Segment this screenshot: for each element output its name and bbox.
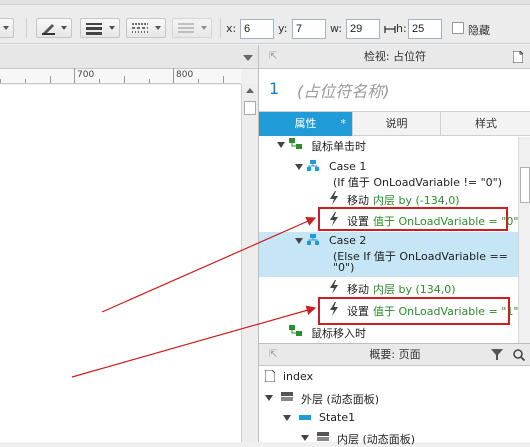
page-icon: [265, 370, 275, 382]
inspector-header: ⇱ 检视: 占位符: [259, 45, 530, 69]
tree-vertical-scrollbar[interactable]: [518, 137, 530, 343]
case-icon: [307, 234, 319, 245]
collapse-arrow-icon[interactable]: ⇱: [269, 344, 277, 366]
dynamic-panel-icon: [317, 432, 329, 441]
ruler-label: 700: [77, 70, 95, 80]
lock-aspect-icon[interactable]: [384, 23, 396, 35]
horizontal-ruler: 700 800: [0, 68, 241, 84]
event-icon: [289, 138, 302, 149]
expand-triangle-icon[interactable]: [283, 415, 291, 421]
action-target: 内层 by (134,0): [373, 283, 456, 296]
outline-panel: ⇱ 概要: 页面 index 外层 (动态面板) State1 内层 (动态面板…: [258, 343, 530, 446]
arrow-style-button[interactable]: [172, 18, 212, 38]
highlight-box: [318, 207, 508, 231]
scroll-up-arrow-icon[interactable]: [246, 88, 254, 93]
lightning-icon: [330, 191, 338, 205]
action-verb: 移动: [347, 194, 369, 207]
scrollbar-thumb[interactable]: [520, 167, 530, 203]
case-2[interactable]: Case 2 (Else If 值于 OnLoadVariable == "0"…: [259, 232, 518, 277]
y-input[interactable]: [292, 19, 326, 39]
x-label: x:: [226, 22, 237, 35]
highlight-box: [318, 297, 510, 325]
lightning-icon: [330, 280, 338, 294]
tab-modified-marker: *: [340, 117, 347, 130]
widget-name-field[interactable]: (占位符名称): [297, 78, 390, 102]
inspector-title: 检视: 占位符: [363, 50, 427, 63]
scrollbar-thumb[interactable]: [244, 101, 256, 115]
case-icon: [307, 160, 319, 171]
event-onclick[interactable]: 鼠标单击时: [259, 137, 518, 153]
inspector-tabs: 属性 * 说明 样式: [259, 111, 530, 136]
page-icon[interactable]: [513, 51, 523, 63]
case-condition: "0"): [333, 261, 355, 274]
widget-name-row: 1 (占位符名称): [259, 69, 530, 109]
dynamic-panel-icon: [281, 392, 293, 401]
case-condition: (Else If 值于 OnLoadVariable ==: [333, 250, 508, 263]
design-canvas[interactable]: [0, 85, 241, 442]
canvas-vertical-scrollbar[interactable]: [241, 84, 258, 442]
tab-notes[interactable]: 说明: [353, 112, 441, 136]
outline-title: 概要: 页面: [369, 348, 421, 361]
hidden-label: 隐藏: [468, 24, 490, 37]
event-label: 鼠标单击时: [311, 140, 366, 153]
collapse-arrow-icon[interactable]: ⇱: [269, 45, 277, 69]
toolbar-top-strip: [0, 0, 530, 5]
canvas-tab-bar: [0, 45, 258, 69]
action-target: 内层 by (-134,0): [373, 194, 460, 207]
event-icon: [289, 325, 302, 336]
event-label: 鼠标移入时: [311, 327, 366, 340]
w-input[interactable]: [346, 19, 380, 39]
filter-icon[interactable]: [491, 349, 505, 361]
expand-triangle-icon[interactable]: [295, 164, 303, 170]
case-title: Case 1: [329, 160, 367, 173]
line-weight-button[interactable]: [80, 18, 120, 38]
tab-properties[interactable]: 属性 *: [259, 112, 353, 136]
w-label: w:: [330, 22, 343, 35]
y-label: y:: [278, 22, 288, 35]
line-weight-icon: [86, 23, 102, 35]
toolbar-separator: [26, 18, 27, 38]
chevron-down-icon[interactable]: [243, 55, 253, 61]
expand-triangle-icon[interactable]: [295, 238, 303, 244]
case-condition: (If 值于 OnLoadVariable != "0"): [333, 176, 502, 189]
expand-triangle-icon[interactable]: [265, 395, 273, 401]
h-input[interactable]: [408, 19, 442, 39]
search-icon[interactable]: [513, 349, 525, 361]
case-1[interactable]: Case 1 (If 值于 OnLoadVariable != "0"): [259, 159, 518, 189]
line-style-icon: [132, 23, 148, 33]
state-icon: [299, 415, 311, 420]
top-toolbar: x: y: w: h: 隐藏: [0, 0, 530, 44]
line-style-button[interactable]: [126, 18, 166, 38]
event-onmouseenter[interactable]: 鼠标移入时: [259, 324, 518, 340]
hidden-checkbox[interactable]: [452, 22, 464, 34]
action-move[interactable]: 移动 内层 by (134,0): [259, 280, 518, 296]
case-title: Case 2: [329, 234, 367, 247]
action-move[interactable]: 移动 内层 by (-134,0): [259, 191, 518, 207]
arrow-style-icon: [178, 23, 194, 33]
tab-style[interactable]: 样式: [441, 112, 530, 136]
action-verb: 移动: [347, 283, 369, 296]
toolbar-separator: [220, 18, 221, 38]
toolbar-dropdown-left[interactable]: [0, 18, 14, 38]
h-label: h:: [396, 22, 407, 35]
pen-icon: [42, 24, 55, 35]
ruler-label: 800: [176, 70, 194, 80]
widget-index: 1: [269, 79, 280, 98]
x-input[interactable]: [240, 19, 274, 39]
expand-triangle-icon[interactable]: [277, 142, 285, 148]
outline-header: ⇱ 概要: 页面: [259, 344, 530, 366]
line-color-button[interactable]: [36, 18, 72, 38]
expand-triangle-icon[interactable]: [301, 435, 309, 441]
